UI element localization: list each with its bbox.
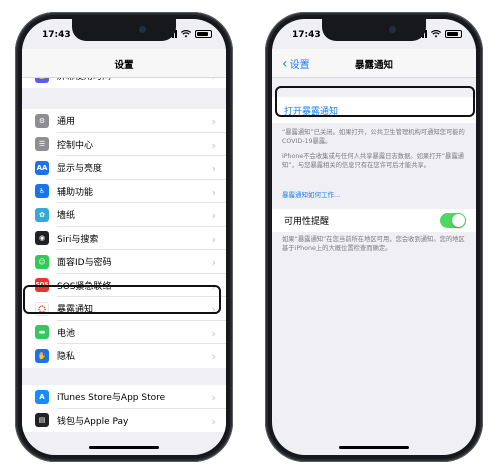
chevron-right-icon: › [211, 209, 216, 222]
settings-screen: 17:43 设置 ⌛ 屏幕使用时间 › ⚙ 通用 › [22, 19, 226, 455]
chevron-right-icon: › [211, 115, 216, 128]
notch [72, 19, 176, 41]
accessibility-icon: ♿ [35, 184, 49, 199]
left-phone: 17:43 设置 ⌛ 屏幕使用时间 › ⚙ 通用 › [15, 12, 233, 462]
wifi-icon [431, 30, 441, 38]
siri-icon: ◉ [35, 231, 49, 246]
settings-row-wallet[interactable]: ▤ 钱包与Apple Pay › [22, 409, 226, 433]
camera-dot [139, 26, 146, 33]
privacy-description: iPhone不会收集或与任何人共享暴露日志数据。如果打开“暴露通知”，与您暴露相… [282, 153, 464, 169]
home-indicator[interactable] [89, 446, 159, 449]
status-time: 17:43 [292, 30, 321, 40]
settings-group-general: ⚙ 通用 › ☰ 控制中心 › AA 显示与亮度 › ♿ 辅助功能 › ✿ 墙纸 [22, 109, 226, 368]
right-phone: 17:43 ‹ 设置 暴露通知 打开暴露通知 “暴露通知”已关闭。如果打开，公共… [265, 12, 483, 462]
battery-status-icon [195, 30, 212, 38]
settings-row-battery[interactable]: ▬ 电池 › [22, 321, 226, 344]
toggle-knob [452, 214, 465, 227]
exposure-off-description: “暴露通知”已关闭。如果打开，公共卫生管理机构可通知您可能的COVID-19暴露… [282, 129, 465, 145]
face-id-icon: ☺ [35, 254, 49, 269]
chevron-right-icon: › [211, 350, 216, 363]
highlight-exposure-row [23, 285, 221, 314]
chevron-right-icon: › [211, 414, 216, 428]
chevron-right-icon: › [211, 232, 216, 246]
wallet-icon: ▤ [35, 413, 49, 428]
home-indicator[interactable] [339, 446, 409, 449]
settings-row-privacy[interactable]: ✋ 隐私 › [22, 344, 226, 368]
settings-row-wallpaper[interactable]: ✿ 墙纸 › [22, 203, 226, 227]
settings-row-siri[interactable]: ◉ Siri与搜索 › [22, 227, 226, 250]
availability-group: 可用性提醒 [272, 209, 476, 232]
highlight-open-exposure [275, 86, 475, 117]
chevron-right-icon: › [211, 162, 216, 175]
app-store-icon: A [35, 389, 49, 404]
settings-row-app-store[interactable]: A iTunes Store与App Store › [22, 385, 226, 409]
settings-navbar: 设置 [22, 49, 226, 78]
availability-alert-toggle[interactable] [440, 213, 466, 228]
notch [322, 19, 426, 41]
chevron-right-icon: › [211, 391, 216, 404]
page-title: 暴露通知 [354, 60, 393, 71]
battery-status-icon [445, 30, 462, 38]
settings-row-general[interactable]: ⚙ 通用 › [22, 109, 226, 133]
gear-icon: ⚙ [35, 113, 49, 128]
page-title: 设置 [114, 60, 134, 71]
chevron-right-icon: › [211, 185, 216, 199]
privacy-hand-icon: ✋ [35, 348, 49, 363]
exposure-navbar: ‹ 设置 暴露通知 [272, 49, 476, 78]
chevron-right-icon: › [211, 256, 216, 269]
status-time: 17:43 [42, 30, 71, 40]
settings-row-control-center[interactable]: ☰ 控制中心 › [22, 133, 226, 156]
camera-dot [389, 26, 396, 33]
how-it-works-link[interactable]: 暴露通知如何工作... [282, 189, 340, 199]
settings-row-face-id[interactable]: ☺ 面容ID与密码 › [22, 250, 226, 274]
display-aa-icon: AA [35, 160, 49, 175]
battery-icon: ▬ [35, 325, 49, 340]
availability-description: 如果“暴露通知”在您当前所在地区可用，您会收到通知。您的地区基于iPhone上的… [282, 236, 465, 252]
control-center-icon: ☰ [35, 137, 49, 152]
wifi-icon [181, 30, 191, 38]
chevron-right-icon: › [211, 326, 216, 340]
availability-alert-label: 可用性提醒 [284, 217, 330, 227]
availability-alert-row: 可用性提醒 [272, 209, 476, 232]
wallpaper-icon: ✿ [35, 207, 49, 222]
chevron-right-icon: › [211, 138, 216, 152]
exposure-screen: 17:43 ‹ 设置 暴露通知 打开暴露通知 “暴露通知”已关闭。如果打开，公共… [272, 19, 476, 455]
settings-row-accessibility[interactable]: ♿ 辅助功能 › [22, 180, 226, 203]
settings-group-store: A iTunes Store与App Store › ▤ 钱包与Apple Pa… [22, 385, 226, 432]
settings-row-display[interactable]: AA 显示与亮度 › [22, 156, 226, 180]
